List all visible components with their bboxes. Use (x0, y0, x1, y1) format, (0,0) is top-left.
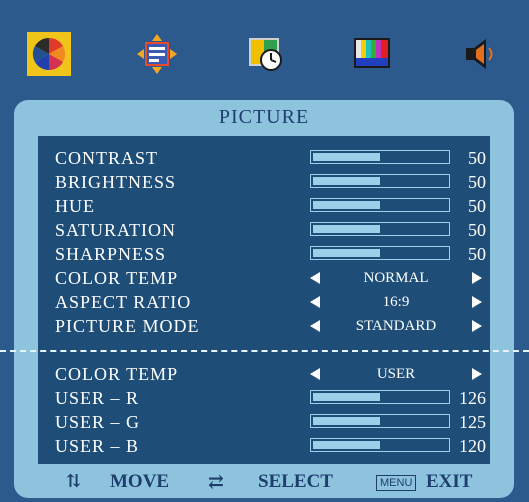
arrow-right-icon[interactable] (472, 368, 482, 380)
left-right-arrows-icon: ⇄ (208, 472, 224, 493)
key-hint-bar: ⇅ MOVE ⇄ SELECT MENU EXIT (14, 468, 514, 496)
slider-fill (313, 201, 380, 209)
setting-user-r[interactable]: USER – R 126 (38, 386, 490, 410)
setting-value: 50 (468, 148, 486, 168)
color-wheel-icon (32, 37, 66, 71)
osd-position-icon (137, 34, 177, 74)
setting-user-g[interactable]: USER – G 125 (38, 410, 490, 434)
up-down-arrows-icon: ⇅ (66, 471, 82, 491)
slider-fill (313, 153, 380, 161)
saturation-slider[interactable] (310, 222, 450, 236)
arrow-right-icon[interactable] (472, 272, 482, 284)
contrast-slider[interactable] (310, 150, 450, 164)
option-value: STANDARD (355, 318, 437, 334)
sharpness-slider[interactable] (310, 246, 450, 260)
slider-fill (313, 249, 380, 257)
option-label: ASPECT RATIO (55, 292, 192, 312)
setting-saturation[interactable]: SATURATION 50 (38, 218, 490, 242)
move-hint: MOVE (110, 471, 170, 492)
section-divider (0, 350, 529, 352)
tab-picture[interactable] (27, 32, 71, 76)
option-label: COLOR TEMP (55, 268, 179, 288)
setting-value: 125 (459, 412, 486, 432)
menu-key-icon: MENU (376, 475, 417, 491)
tab-audio[interactable] (458, 32, 502, 76)
settings-list: CONTRAST 50 BRIGHTNESS 50 HUE 50 SATURAT… (0, 136, 529, 464)
option-label: COLOR TEMP (55, 364, 179, 384)
option-picture-mode[interactable]: PICTURE MODE STANDARD (38, 314, 490, 338)
setting-label: USER – G (55, 412, 141, 432)
brightness-slider[interactable] (310, 174, 450, 188)
slider-fill (313, 393, 380, 401)
picture-menu-panel: PICTURE CONTRAST 50 BRIGHTNESS 50 HUE 50… (0, 100, 529, 498)
setting-label: USER – B (55, 436, 140, 456)
slider-fill (313, 441, 380, 449)
arrow-left-icon[interactable] (310, 320, 320, 332)
option-label: PICTURE MODE (55, 316, 200, 336)
arrow-right-icon[interactable] (472, 296, 482, 308)
option-value: USER (376, 366, 416, 382)
tab-timer[interactable] (243, 32, 287, 76)
select-hint: SELECT (258, 471, 333, 492)
setting-label: BRIGHTNESS (55, 172, 177, 192)
slider-fill (313, 417, 380, 425)
setting-label: HUE (55, 196, 95, 216)
option-value: 16:9 (382, 294, 410, 310)
tab-bar (0, 0, 529, 98)
arrow-left-icon[interactable] (310, 272, 320, 284)
option-value: NORMAL (363, 270, 429, 286)
slider-fill (313, 177, 380, 185)
setting-value: 50 (468, 196, 486, 216)
panel-title: PICTURE (218, 106, 310, 128)
setting-value: 120 (459, 436, 486, 456)
setting-value: 50 (468, 244, 486, 264)
setting-brightness[interactable]: BRIGHTNESS 50 (38, 170, 490, 194)
setting-value: 126 (459, 388, 486, 408)
setting-value: 50 (468, 220, 486, 240)
setting-label: SHARPNESS (55, 244, 167, 264)
timer-clock-icon (249, 38, 282, 71)
tab-color[interactable] (350, 32, 394, 76)
setting-label: CONTRAST (55, 148, 159, 168)
arrow-left-icon[interactable] (310, 296, 320, 308)
setting-label: USER – R (55, 388, 140, 408)
option-aspect-ratio[interactable]: ASPECT RATIO 16:9 (38, 290, 490, 314)
user-color-temp[interactable]: COLOR TEMP USER (38, 362, 490, 386)
setting-hue[interactable]: HUE 50 (38, 194, 490, 218)
setting-user-b[interactable]: USER – B 120 (38, 434, 490, 458)
setting-sharpness[interactable]: SHARPNESS 50 (38, 242, 490, 266)
user-r-slider[interactable] (310, 390, 450, 404)
setting-label: SATURATION (55, 220, 177, 240)
setting-value: 50 (468, 172, 486, 192)
user-b-slider[interactable] (310, 438, 450, 452)
arrow-left-icon[interactable] (310, 368, 320, 380)
color-bars-icon (354, 38, 390, 68)
tab-osd[interactable] (135, 32, 179, 76)
hue-slider[interactable] (310, 198, 450, 212)
option-color-temp[interactable]: COLOR TEMP NORMAL (38, 266, 490, 290)
setting-contrast[interactable]: CONTRAST 50 (38, 146, 490, 170)
user-g-slider[interactable] (310, 414, 450, 428)
speaker-icon (466, 39, 493, 69)
exit-hint: EXIT (426, 471, 473, 492)
arrow-right-icon[interactable] (472, 320, 482, 332)
slider-fill (313, 225, 380, 233)
